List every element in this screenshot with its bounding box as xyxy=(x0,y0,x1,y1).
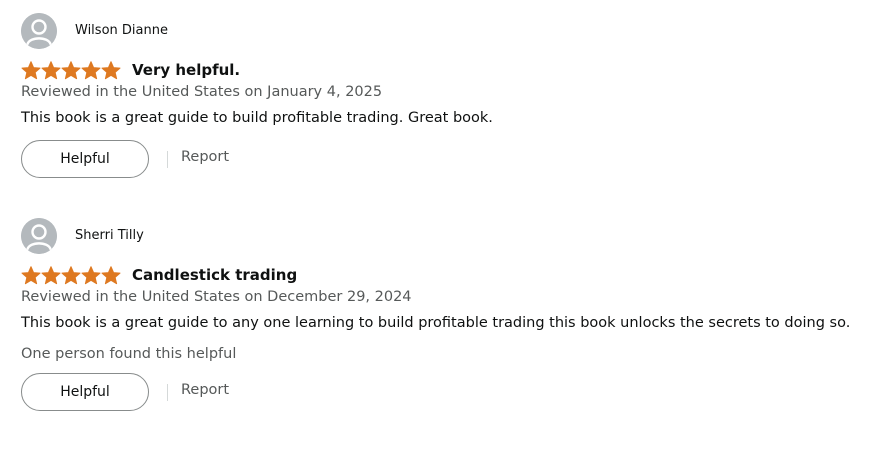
reviewer-name[interactable]: Sherri Tilly xyxy=(75,227,144,245)
review: Sherri Tilly Candlestick trading Reviewe… xyxy=(21,218,861,411)
review-date: Reviewed in the United States on Decembe… xyxy=(21,289,412,305)
star-icon xyxy=(61,265,81,284)
star-icon xyxy=(101,265,121,284)
review-body: This book is a great guide to any one le… xyxy=(21,315,851,331)
divider xyxy=(167,383,168,401)
helpful-button[interactable]: Helpful xyxy=(21,373,149,411)
star-rating[interactable] xyxy=(21,60,121,80)
helpful-count: One person found this helpful xyxy=(21,346,237,362)
reviewer-profile[interactable]: Sherri Tilly xyxy=(21,218,861,254)
helpful-button[interactable]: Helpful xyxy=(21,140,149,178)
star-rating[interactable] xyxy=(21,265,121,285)
report-link[interactable]: Report xyxy=(181,147,229,167)
review-actions: Helpful Report xyxy=(21,373,861,411)
avatar-icon xyxy=(21,218,57,254)
star-icon xyxy=(61,60,81,79)
review-actions: Helpful Report xyxy=(21,140,861,178)
review: Wilson Dianne Very helpful. Reviewed in … xyxy=(21,13,861,178)
review-date: Reviewed in the United States on January… xyxy=(21,84,383,100)
avatar-icon xyxy=(21,13,57,49)
star-icon xyxy=(81,60,101,79)
reviewer-name[interactable]: Wilson Dianne xyxy=(75,22,168,40)
star-icon xyxy=(101,60,121,79)
review-body: This book is a great guide to build prof… xyxy=(21,110,493,126)
star-icon xyxy=(21,60,41,79)
star-icon xyxy=(41,265,61,284)
reviewer-profile[interactable]: Wilson Dianne xyxy=(21,13,861,49)
review-title[interactable]: Very helpful. xyxy=(132,60,240,80)
star-icon xyxy=(81,265,101,284)
star-icon xyxy=(21,265,41,284)
review-title[interactable]: Candlestick trading xyxy=(132,265,297,285)
divider xyxy=(167,150,168,168)
star-icon xyxy=(41,60,61,79)
report-link[interactable]: Report xyxy=(181,380,229,400)
